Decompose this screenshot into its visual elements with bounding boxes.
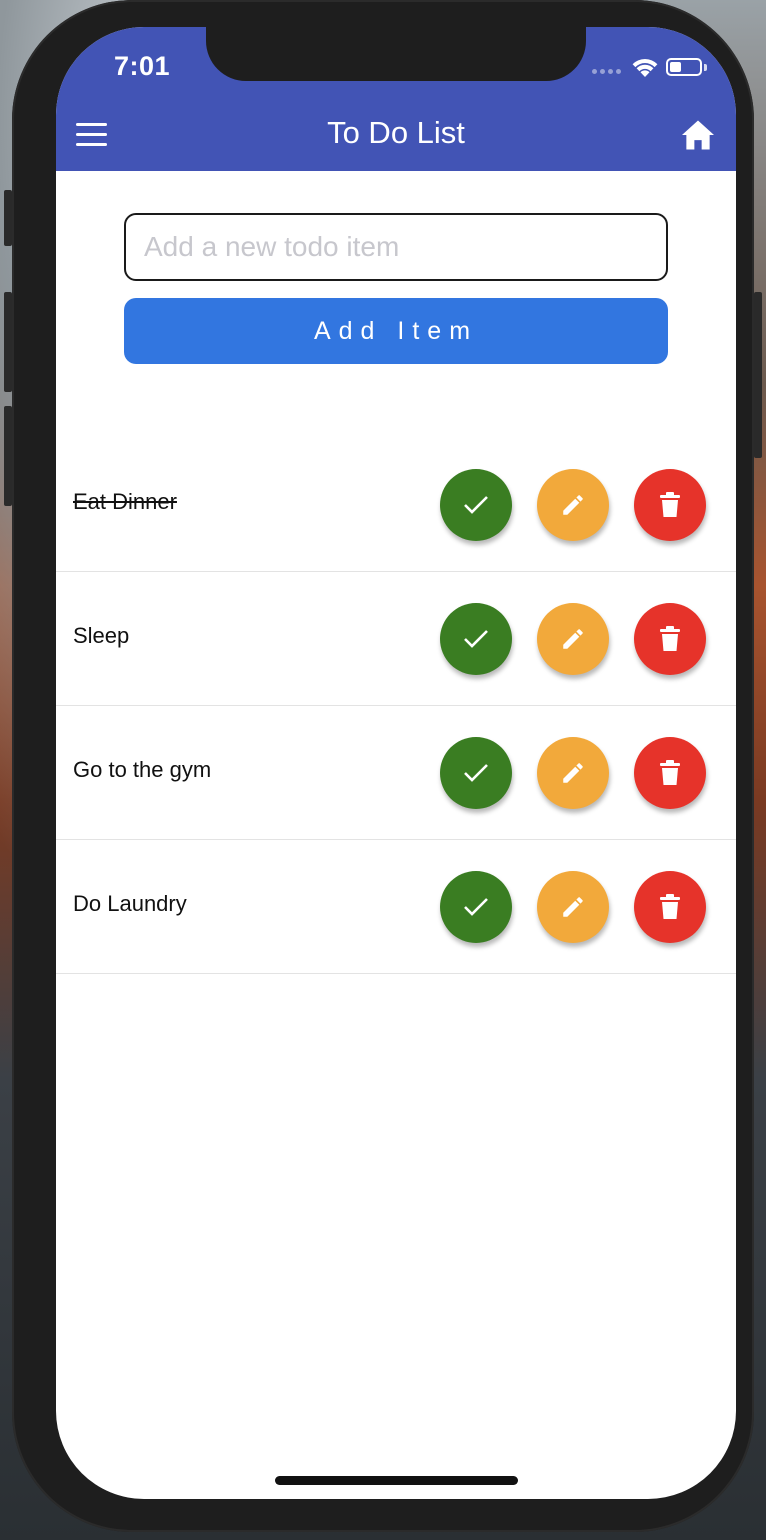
pencil-icon [560, 626, 586, 652]
edit-button[interactable] [537, 469, 609, 541]
status-time: 7:01 [114, 51, 171, 81]
pencil-icon [560, 492, 586, 518]
status-icons [592, 55, 708, 81]
app-bar: 7:01 To Do List [56, 27, 736, 171]
page-title: To Do List [327, 115, 465, 150]
todo-row: Sleep [56, 572, 736, 706]
cellular-signal-icon [592, 69, 621, 74]
hamburger-menu-icon[interactable] [76, 123, 108, 147]
trash-icon [660, 760, 680, 786]
volume-down-button [4, 406, 12, 506]
todo-label: Eat Dinner [73, 489, 177, 514]
pencil-icon [560, 894, 586, 920]
todo-label: Sleep [73, 623, 130, 648]
home-indicator[interactable] [275, 1476, 518, 1485]
volume-up-button [4, 292, 12, 392]
delete-button[interactable] [634, 737, 706, 809]
check-icon [463, 763, 489, 783]
power-button [754, 292, 762, 458]
delete-button[interactable] [634, 469, 706, 541]
wifi-icon [632, 59, 658, 77]
complete-button[interactable] [440, 469, 512, 541]
complete-button[interactable] [440, 871, 512, 943]
complete-button[interactable] [440, 737, 512, 809]
todo-row: Eat Dinner [56, 438, 736, 572]
check-icon [463, 897, 489, 917]
new-todo-input[interactable] [124, 213, 668, 281]
notch [206, 27, 586, 81]
edit-button[interactable] [537, 871, 609, 943]
battery-level [670, 62, 681, 72]
mute-switch [4, 190, 12, 246]
check-icon [463, 495, 489, 515]
pencil-icon [560, 760, 586, 786]
todo-row: Go to the gym [56, 706, 736, 840]
phone-frame: 7:01 To Do List Add a new todo item Add … [4, 0, 762, 1532]
app-screen: 7:01 To Do List Add a new todo item Add … [56, 27, 736, 1499]
battery-cap [704, 64, 707, 71]
todo-label: Go to the gym [73, 757, 212, 782]
trash-icon [660, 492, 680, 518]
home-icon[interactable] [680, 119, 716, 151]
check-icon [463, 629, 489, 649]
trash-icon [660, 894, 680, 920]
battery-icon [666, 58, 702, 76]
todo-row: Do Laundry [56, 840, 736, 974]
add-item-button[interactable]: Add Item [124, 298, 668, 364]
complete-button[interactable] [440, 603, 512, 675]
todo-label: Do Laundry [73, 891, 187, 916]
trash-icon [660, 626, 680, 652]
delete-button[interactable] [634, 603, 706, 675]
delete-button[interactable] [634, 871, 706, 943]
edit-button[interactable] [537, 737, 609, 809]
edit-button[interactable] [537, 603, 609, 675]
todo-list: Eat Dinner Sleep Go to the gym Do Laundry [56, 438, 736, 974]
